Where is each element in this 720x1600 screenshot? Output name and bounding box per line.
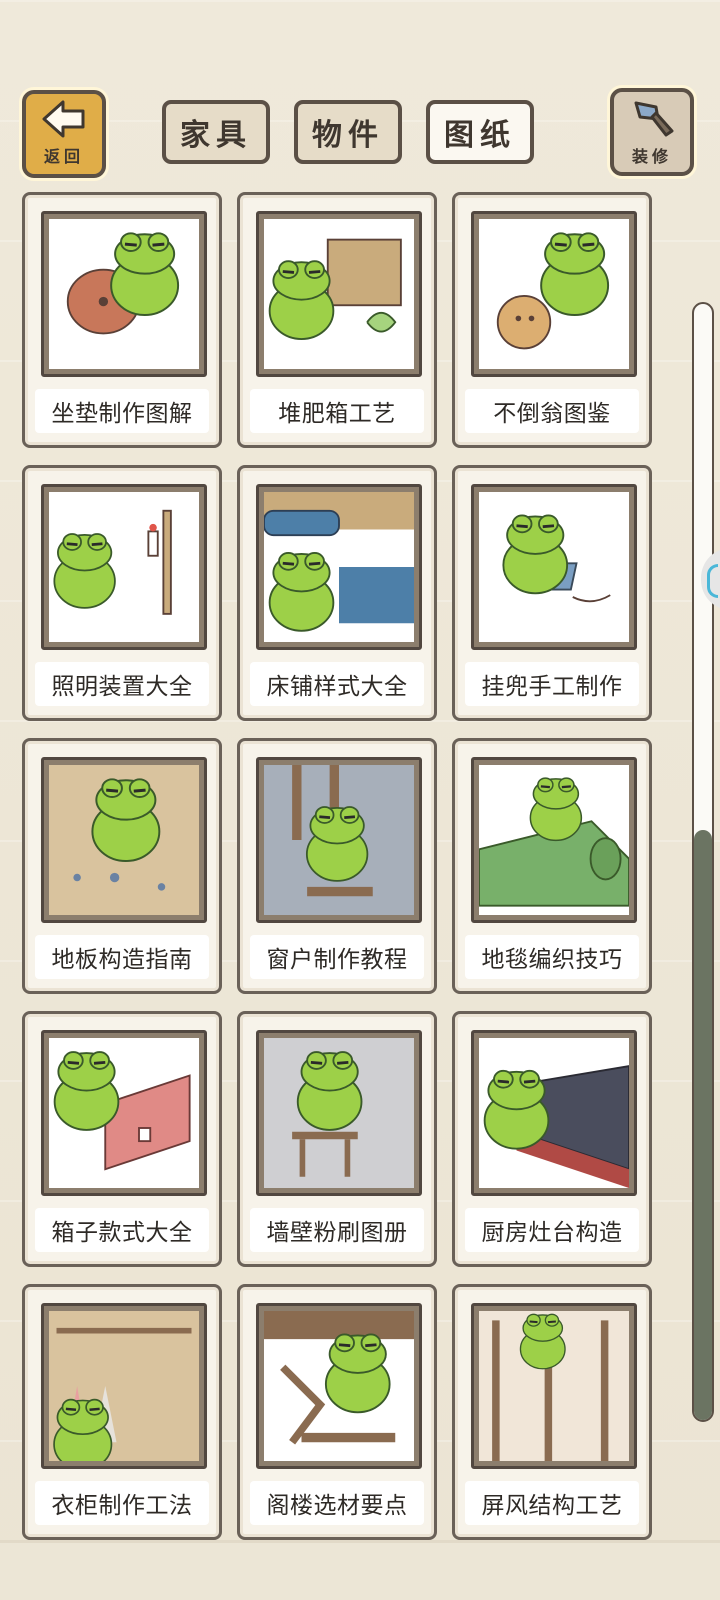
blueprint-illustration [471,484,637,650]
blueprint-illustration [256,1030,422,1196]
blueprint-card[interactable]: 墙壁粉刷图册 [237,1011,437,1267]
blueprint-illustration [471,1303,637,1469]
blueprint-card[interactable]: 箱子款式大全 [22,1011,222,1267]
blueprint-card[interactable]: 照明装置大全 [22,465,222,721]
frog-candle-lamp-icon [49,492,199,642]
frog-sewing-bag-icon [479,492,629,642]
blueprint-illustration [471,757,637,923]
blueprint-illustration [41,1030,207,1196]
blueprint-card[interactable]: 厨房灶台构造 [452,1011,652,1267]
blueprint-label: 窗户制作教程 [250,935,424,979]
frog-chest-icon [49,1038,199,1188]
frog-cushion-icon [49,219,199,369]
blueprint-illustration [256,1303,422,1469]
blueprint-card[interactable]: 衣柜制作工法 [22,1284,222,1540]
tab-items[interactable]: 物件 [294,100,402,164]
blueprint-illustration [41,211,207,377]
blueprint-label: 阁楼选材要点 [250,1481,424,1525]
frog-bed-icon [264,492,414,642]
tab-furniture-label: 家具 [180,118,252,153]
back-button[interactable]: 返回 [22,90,106,178]
tab-blueprints-label: 图纸 [444,118,516,153]
frog-wall-painting-icon [264,1038,414,1188]
blueprint-label: 挂兜手工制作 [465,662,639,706]
blueprint-label: 衣柜制作工法 [35,1481,209,1525]
blueprint-card[interactable]: 不倒翁图鉴 [452,192,652,448]
blueprint-label: 箱子款式大全 [35,1208,209,1252]
blueprint-label: 地板构造指南 [35,935,209,979]
blueprint-card[interactable]: 阁楼选材要点 [237,1284,437,1540]
blueprint-card[interactable]: 坐垫制作图解 [22,192,222,448]
blueprint-illustration [256,484,422,650]
frog-loft-icon [264,1311,414,1461]
frog-tumbler-icon [479,219,629,369]
blueprint-illustration [41,484,207,650]
blueprint-label: 墙壁粉刷图册 [250,1208,424,1252]
back-button-label: 返回 [43,147,84,166]
paint-brush-icon [634,101,674,137]
blueprint-illustration [256,211,422,377]
frog-folding-screen-icon [479,1311,629,1461]
bottom-bar [0,1540,720,1600]
frog-wardrobe-icon [49,1311,199,1461]
blueprint-illustration [41,1303,207,1469]
frog-floor-icon [49,765,199,915]
blueprint-illustration [256,757,422,923]
frog-carpet-icon [479,765,629,915]
blueprint-illustration [41,757,207,923]
tab-furniture[interactable]: 家具 [162,100,270,164]
blueprint-card[interactable]: 床铺样式大全 [237,465,437,721]
blueprint-grid: 坐垫制作图解 堆肥箱工艺 不倒翁图鉴 照明装置大全 床铺样式大全 挂兜手工制作 … [22,192,662,1542]
back-arrow-icon [42,100,85,138]
blueprint-card[interactable]: 地板构造指南 [22,738,222,994]
blueprint-illustration [471,211,637,377]
frog-window-icon [264,765,414,915]
blueprint-label: 不倒翁图鉴 [465,389,639,433]
blueprint-card[interactable]: 窗户制作教程 [237,738,437,994]
blueprint-card[interactable]: 堆肥箱工艺 [237,192,437,448]
blueprint-illustration [471,1030,637,1196]
blueprint-label: 地毯编织技巧 [465,935,639,979]
blueprint-label: 坐垫制作图解 [35,389,209,433]
blueprint-card[interactable]: 屏风结构工艺 [452,1284,652,1540]
blueprint-label: 堆肥箱工艺 [250,389,424,433]
tab-blueprints[interactable]: 图纸 [426,100,534,164]
blueprint-label: 照明装置大全 [35,662,209,706]
frog-compost-box-icon [264,219,414,369]
scrollbar-thumb[interactable] [694,830,712,1420]
frog-kitchen-stove-icon [479,1038,629,1188]
blueprint-label: 屏风结构工艺 [465,1481,639,1525]
tab-items-label: 物件 [312,118,384,153]
header: 返回 家具 物件 图纸 装修 [0,0,720,190]
decorate-button[interactable]: 装修 [610,88,694,176]
blueprint-label: 厨房灶台构造 [465,1208,639,1252]
blueprint-card[interactable]: 地毯编织技巧 [452,738,652,994]
blueprint-card[interactable]: 挂兜手工制作 [452,465,652,721]
decorate-button-label: 装修 [631,147,672,166]
blueprint-label: 床铺样式大全 [250,662,424,706]
